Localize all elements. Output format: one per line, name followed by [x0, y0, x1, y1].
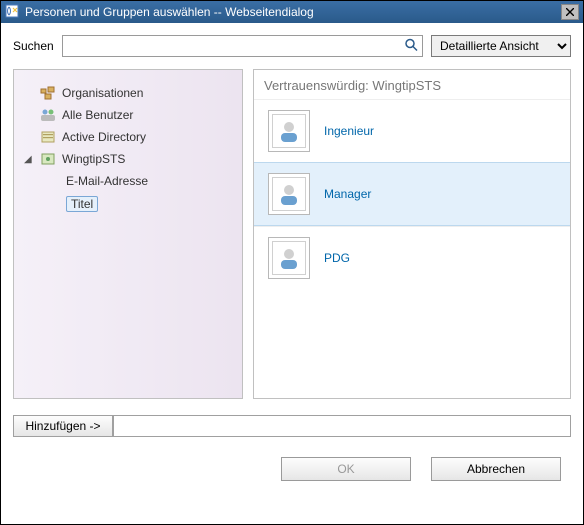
- tree-item-email[interactable]: E-Mail-Adresse: [20, 172, 236, 190]
- tree-item-alle-benutzer[interactable]: Alle Benutzer: [20, 106, 236, 124]
- search-box[interactable]: [62, 35, 423, 57]
- search-label: Suchen: [13, 39, 54, 53]
- result-label: PDG: [324, 251, 350, 265]
- avatar: [268, 110, 310, 152]
- app-icon: [5, 4, 19, 21]
- tree-item-active-directory[interactable]: Active Directory: [20, 128, 236, 146]
- tree-item-label: WingtipSTS: [62, 152, 125, 166]
- results-header: Vertrauenswürdig: WingtipSTS: [254, 70, 570, 99]
- tree-item-organisationen[interactable]: Organisationen: [20, 84, 236, 102]
- search-input[interactable]: [63, 36, 422, 56]
- cancel-button[interactable]: Abbrechen: [431, 457, 561, 481]
- tree-item-label: Alle Benutzer: [62, 108, 133, 122]
- tree-item-label: Active Directory: [62, 130, 146, 144]
- ok-button[interactable]: OK: [281, 457, 411, 481]
- tree-item-label: Titel: [66, 196, 98, 212]
- close-button[interactable]: [561, 4, 579, 20]
- tree-item-label: Organisationen: [62, 86, 143, 100]
- results-pane: Vertrauenswürdig: WingtipSTS Ingenieur M…: [253, 69, 571, 399]
- ad-icon: [40, 130, 56, 144]
- search-icon[interactable]: [404, 38, 418, 55]
- avatar: [268, 237, 310, 279]
- org-icon: [40, 86, 56, 100]
- result-label: Manager: [324, 187, 371, 201]
- result-item-ingenieur[interactable]: Ingenieur: [254, 99, 570, 162]
- tree-item-wingtipsts[interactable]: ◢ WingtipSTS: [20, 150, 236, 168]
- tree-item-label: E-Mail-Adresse: [66, 174, 148, 188]
- tree-item-titel[interactable]: Titel: [20, 194, 236, 214]
- window-title: Personen und Gruppen auswählen -- Websei…: [25, 5, 314, 19]
- result-item-pdg[interactable]: PDG: [254, 226, 570, 289]
- sts-icon: [40, 152, 56, 166]
- result-item-manager[interactable]: Manager: [254, 162, 570, 226]
- result-label: Ingenieur: [324, 124, 374, 138]
- chevron-down-icon[interactable]: ◢: [24, 154, 34, 165]
- avatar: [268, 173, 310, 215]
- add-button[interactable]: Hinzufügen ->: [13, 415, 113, 437]
- tree-pane: Organisationen Alle Benutzer Active Dire…: [13, 69, 243, 399]
- users-icon: [40, 108, 56, 122]
- add-input[interactable]: [113, 415, 571, 437]
- title-bar: Personen und Gruppen auswählen -- Websei…: [1, 1, 583, 23]
- view-select[interactable]: Detaillierte Ansicht: [431, 35, 571, 57]
